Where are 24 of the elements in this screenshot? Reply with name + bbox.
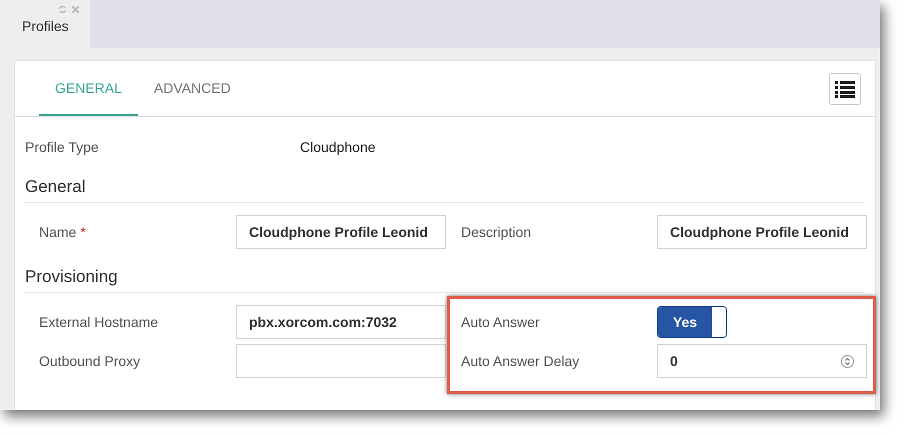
field-label: Auto Answer Delay xyxy=(461,353,580,369)
refresh-icon[interactable] xyxy=(58,5,67,14)
section-heading: Provisioning xyxy=(25,267,865,293)
number-field[interactable]: 0 xyxy=(657,344,867,378)
tab[interactable]: ADVANCED xyxy=(138,61,247,116)
field-label: External Hostname xyxy=(39,314,158,330)
field-value: Cloudphone xyxy=(300,139,376,155)
field-label: Description xyxy=(461,224,532,240)
window-tab[interactable]: Profiles xyxy=(0,0,90,48)
close-icon[interactable] xyxy=(71,5,80,14)
text-field[interactable]: Cloudphone Profile Leonid xyxy=(236,215,446,249)
spinner-icon[interactable] xyxy=(841,354,854,368)
text-field[interactable] xyxy=(236,344,446,378)
toggle-switch[interactable]: Yes xyxy=(657,306,727,338)
section-heading: General xyxy=(25,177,865,203)
text-field[interactable]: Cloudphone Profile Leonid xyxy=(657,215,867,249)
field-label: Auto Answer xyxy=(461,314,540,330)
required-marker: * xyxy=(80,224,86,240)
text-field[interactable]: pbx.xorcom.com:7032 xyxy=(236,305,446,339)
field-label: Profile Type xyxy=(25,139,100,155)
list-icon xyxy=(835,80,855,98)
list-view-button[interactable] xyxy=(829,72,861,104)
field-label: Outbound Proxy xyxy=(39,353,140,369)
field-label: Name xyxy=(39,224,76,240)
